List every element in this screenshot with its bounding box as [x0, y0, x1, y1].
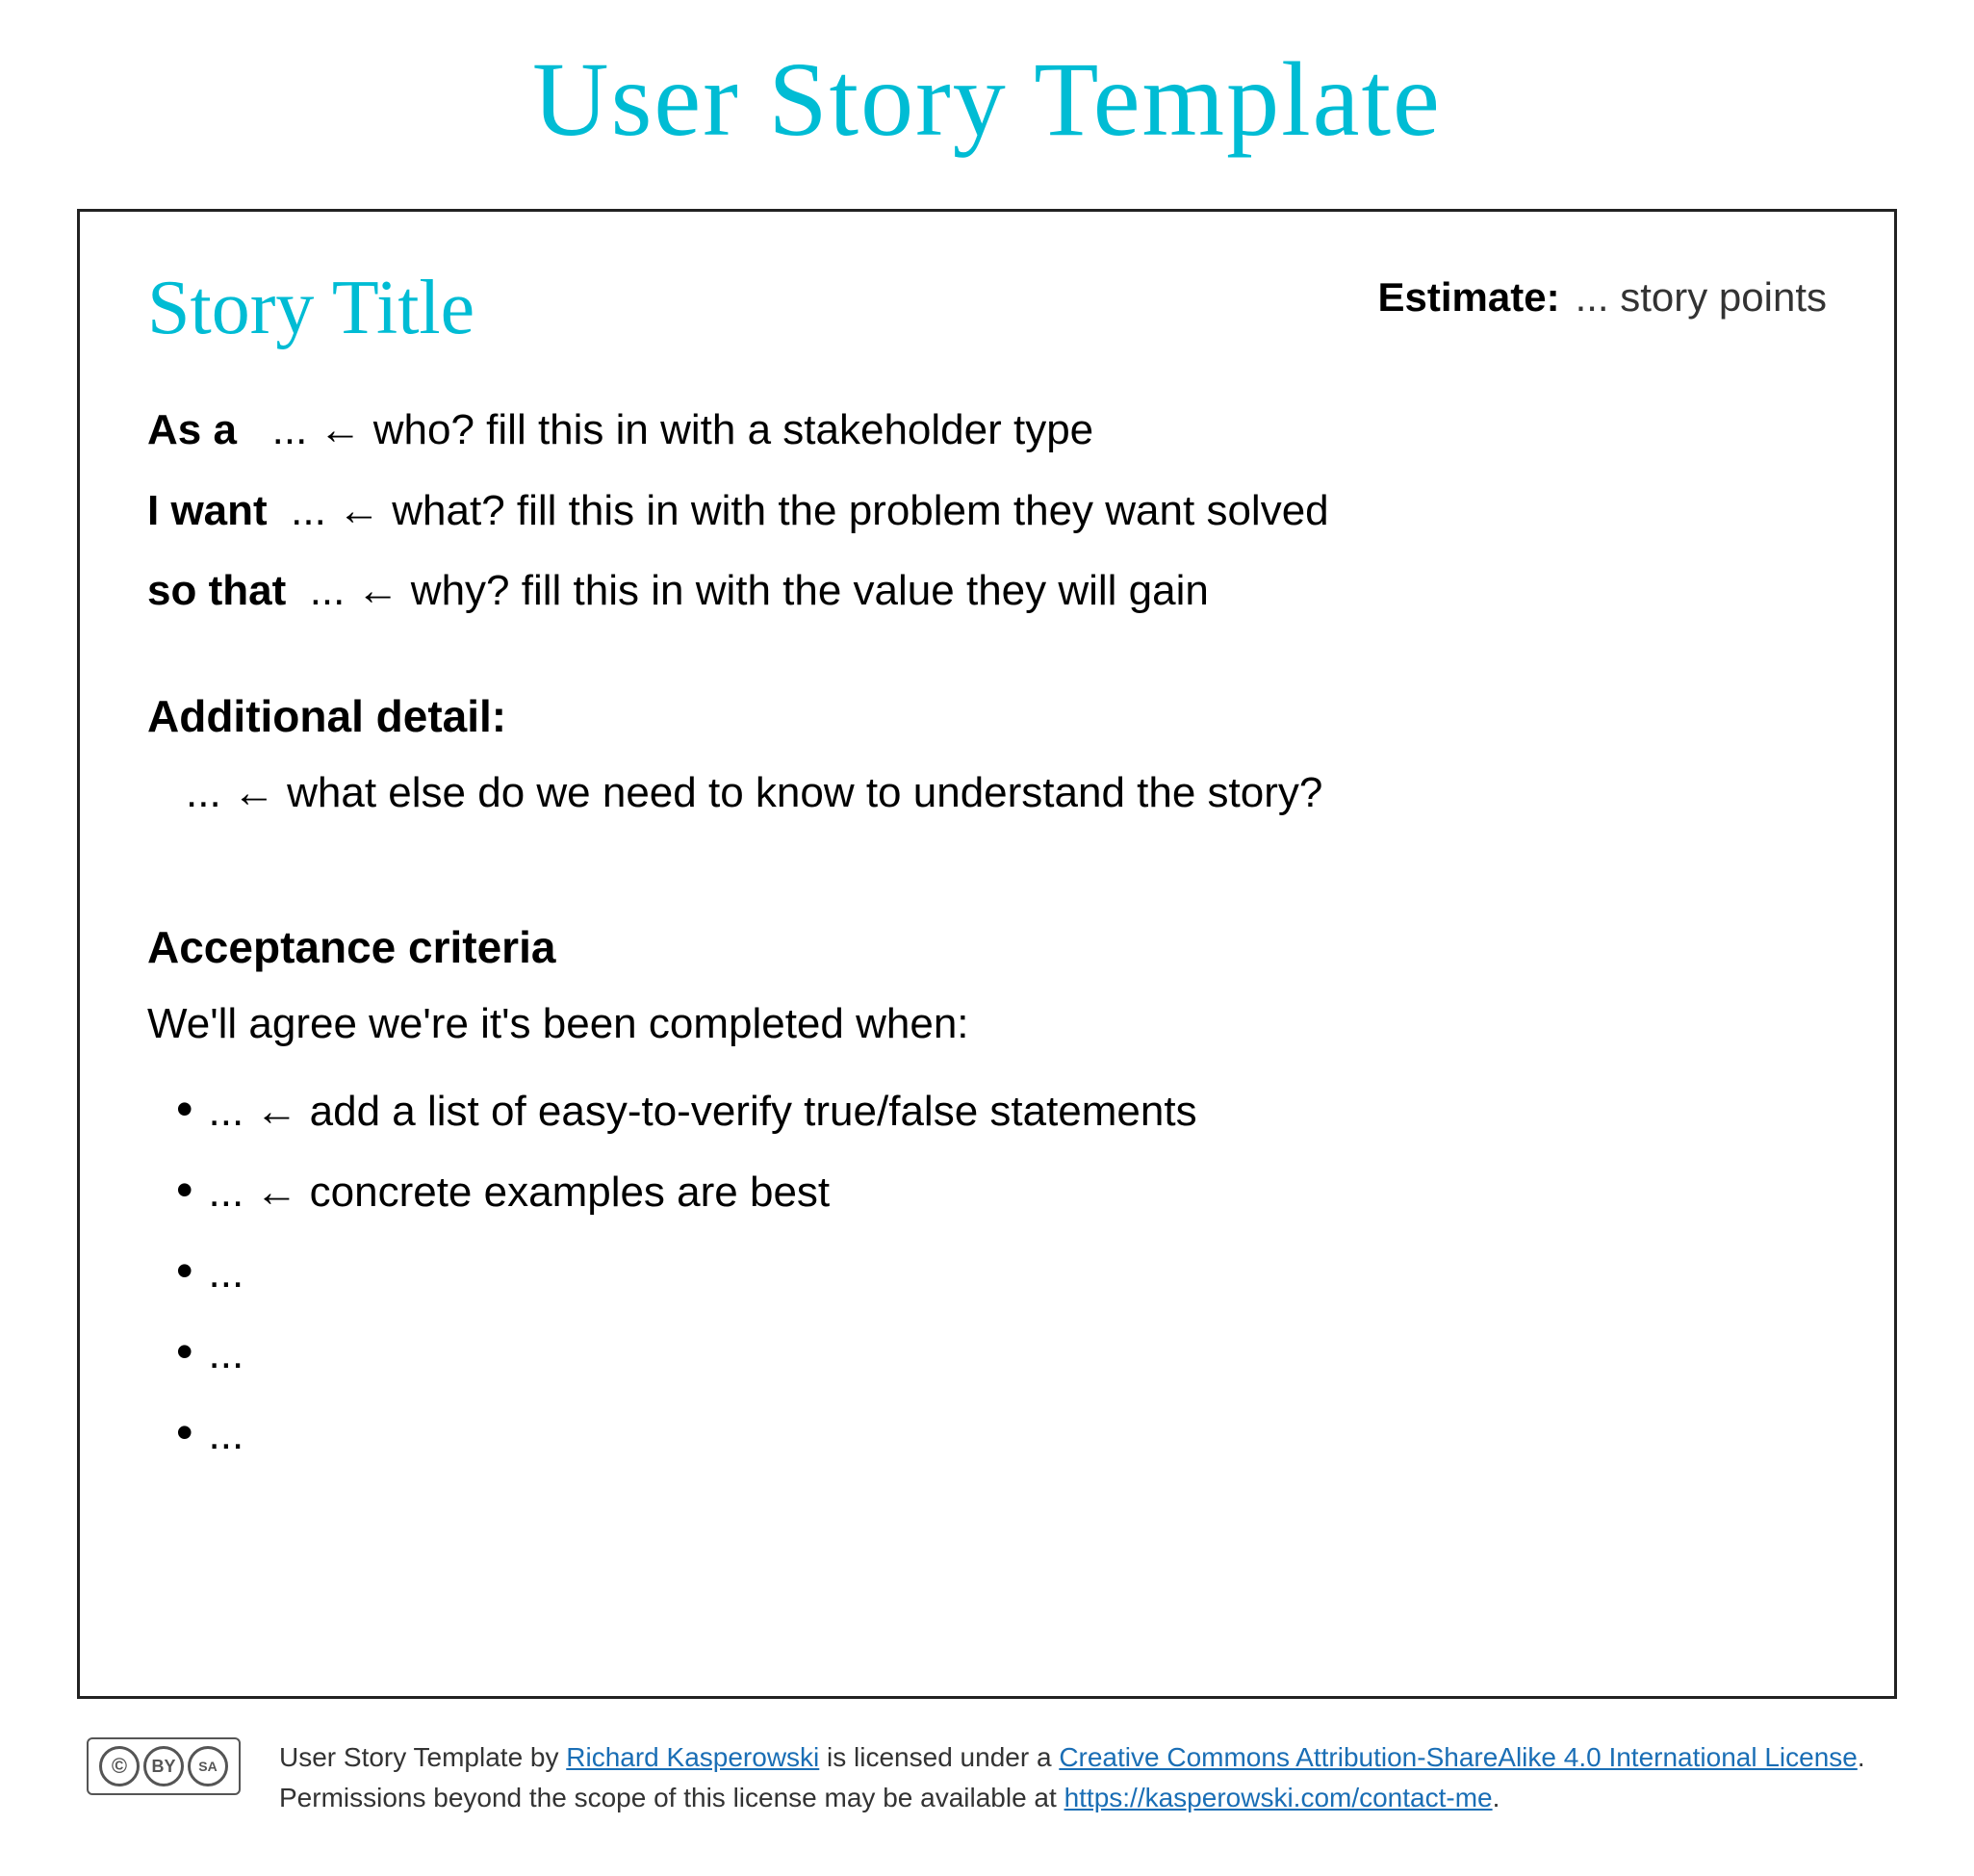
- estimate-label: Estimate:: [1378, 274, 1560, 321]
- list-item: ...: [176, 1242, 1827, 1305]
- card-header: Story Title Estimate: ... story points: [147, 265, 1827, 352]
- acceptance-intro: We'll agree we're it's been completed wh…: [147, 992, 1827, 1056]
- page-title: User Story Template: [532, 39, 1442, 161]
- additional-detail-text: ... ← what else do we need to know to un…: [186, 761, 1827, 825]
- estimate-area: Estimate: ... story points: [1378, 265, 1828, 321]
- i-want-text: ... ← what? fill this in with the proble…: [291, 487, 1329, 534]
- list-item: ...: [176, 1403, 1827, 1467]
- i-want-line: I want ... ← what? fill this in with the…: [147, 481, 1827, 541]
- so-that-line: so that ... ← why? fill this in with the…: [147, 561, 1827, 621]
- story-card: Story Title Estimate: ... story points A…: [77, 209, 1897, 1699]
- list-item: ...: [176, 1323, 1827, 1386]
- criteria-item-2: ... ← concrete examples are best: [209, 1161, 831, 1224]
- footer-text: User Story Template by Richard Kasperows…: [279, 1737, 1887, 1818]
- license-link[interactable]: Creative Commons Attribution-ShareAlike …: [1059, 1742, 1858, 1772]
- cc-icon: ©: [99, 1746, 140, 1786]
- cc-badge: © BY SA: [87, 1737, 241, 1795]
- criteria-item-3: ...: [209, 1242, 244, 1305]
- so-that-label: so that: [147, 567, 286, 614]
- criteria-item-1: ... ← add a list of easy-to-verify true/…: [209, 1080, 1197, 1144]
- i-want-label: I want: [147, 487, 268, 534]
- sa-icon: SA: [188, 1746, 228, 1786]
- footer-period: .: [1493, 1783, 1500, 1812]
- cc-license-logo: © BY SA: [87, 1737, 241, 1795]
- by-icon: BY: [143, 1746, 184, 1786]
- criteria-item-5: ...: [209, 1403, 244, 1467]
- as-a-line: As a ... ← who? fill this in with a stak…: [147, 400, 1827, 460]
- story-title: Story Title: [147, 265, 474, 352]
- so-that-text: ... ← why? fill this in with the value t…: [310, 567, 1209, 614]
- estimate-value: ... story points: [1576, 274, 1827, 321]
- list-item: ... ← add a list of easy-to-verify true/…: [176, 1080, 1827, 1144]
- footer-text-before: User Story Template by: [279, 1742, 566, 1772]
- author-link[interactable]: Richard Kasperowski: [566, 1742, 819, 1772]
- acceptance-criteria-heading: Acceptance criteria: [147, 921, 1827, 973]
- criteria-list: ... ← add a list of easy-to-verify true/…: [176, 1080, 1827, 1467]
- list-item: ... ← concrete examples are best: [176, 1161, 1827, 1224]
- criteria-item-4: ...: [209, 1323, 244, 1386]
- as-a-label: As a: [147, 406, 237, 453]
- as-a-text: ... ← who? fill this in with a stakehold…: [272, 406, 1094, 453]
- additional-detail-heading: Additional detail:: [147, 690, 1827, 742]
- contact-link[interactable]: https://kasperowski.com/contact-me: [1064, 1783, 1493, 1812]
- footer-text-middle: is licensed under a: [819, 1742, 1059, 1772]
- footer: © BY SA User Story Template by Richard K…: [77, 1737, 1897, 1818]
